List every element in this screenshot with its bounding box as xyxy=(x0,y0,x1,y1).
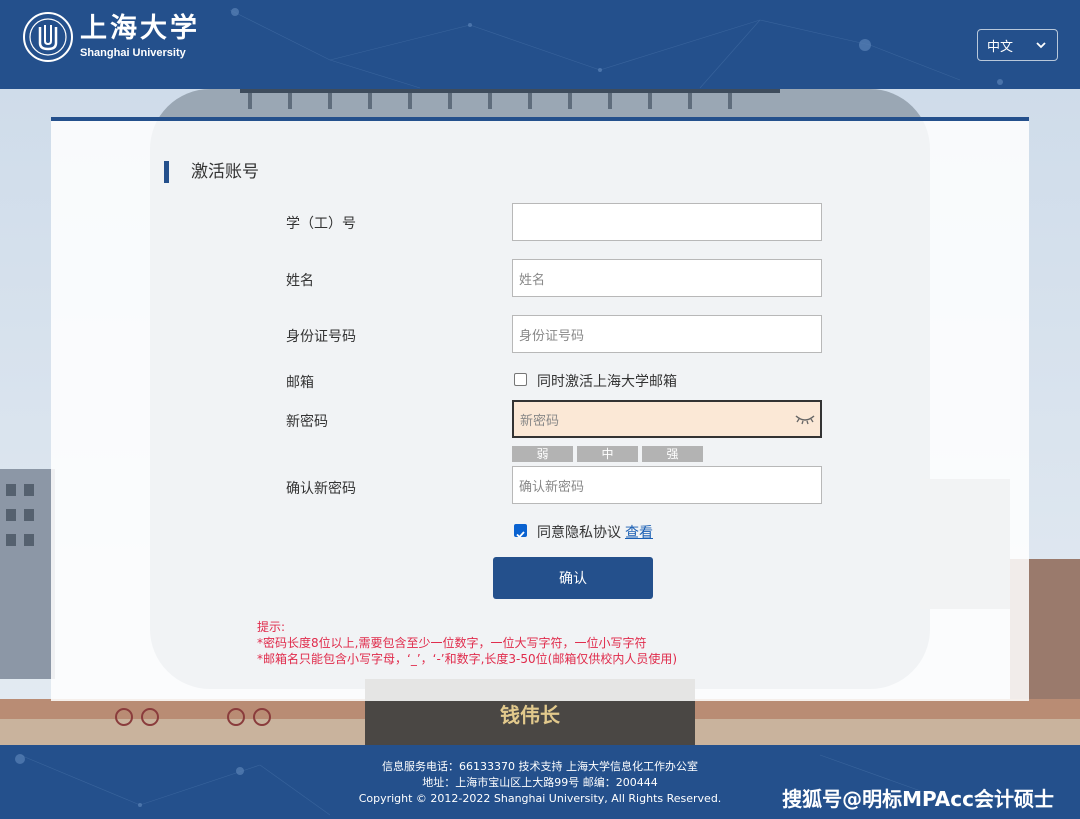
privacy-label[interactable]: 同意隐私协议 xyxy=(537,525,621,541)
checkmark-icon xyxy=(516,531,525,539)
name-placeholder: 姓名 xyxy=(519,272,546,288)
logo-chinese-name: 上海大学 xyxy=(80,13,200,44)
confirm-password-input[interactable]: 确认新密码 xyxy=(512,466,822,504)
privacy-agreement: 同意隐私协议 查看 xyxy=(537,522,653,542)
privacy-checkbox[interactable] xyxy=(514,524,527,539)
tips-email-rule: *邮箱名只能包含小写字母，‘_’，‘-’和数字,长度3-50位(邮箱仅供校内人员… xyxy=(257,652,678,666)
confirm-button[interactable]: 确认 xyxy=(493,557,653,599)
chevron-down-icon xyxy=(1036,42,1046,49)
page-footer: 信息服务电话：66133370 技术支持 上海大学信息化工作办公室 地址：上海市… xyxy=(0,745,1080,819)
page-header: 上海大学 Shanghai University 中文 xyxy=(0,0,1080,89)
logo-english-name: Shanghai University xyxy=(80,47,186,59)
eye-closed-icon[interactable] xyxy=(794,410,816,428)
confirm-password-label: 确认新密码 xyxy=(286,481,356,497)
new-password-placeholder: 新密码 xyxy=(520,413,560,429)
strength-weak: 弱 xyxy=(512,446,573,462)
email-label: 邮箱 xyxy=(286,375,314,391)
name-label: 姓名 xyxy=(286,273,314,289)
university-seal-icon xyxy=(23,12,73,62)
strength-strong: 强 xyxy=(642,446,703,462)
section-title: 激活账号 xyxy=(164,161,259,183)
new-password-input[interactable]: 新密码 xyxy=(512,400,822,438)
university-logo[interactable]: 上海大学 Shanghai University xyxy=(22,11,200,63)
strength-medium: 中 xyxy=(577,446,638,462)
id-card-label: 身份证号码 xyxy=(286,329,356,345)
language-select[interactable]: 中文 xyxy=(977,29,1058,61)
activate-email-label[interactable]: 同时激活上海大学邮箱 xyxy=(537,371,677,391)
student-id-input[interactable] xyxy=(512,203,822,241)
tips-password-rule: *密码长度8位以上,需要包含至少一位数字，一位大写字符，一位小写字符 xyxy=(257,636,647,650)
activate-account-card: 激活账号 学（工）号 姓名 姓名 身份证号码 身份证号码 邮箱 同时激活上海大学… xyxy=(51,117,1029,701)
id-card-input[interactable]: 身份证号码 xyxy=(512,315,822,353)
name-input[interactable]: 姓名 xyxy=(512,259,822,297)
confirm-password-placeholder: 确认新密码 xyxy=(519,479,585,495)
student-id-label: 学（工）号 xyxy=(286,216,356,232)
source-watermark: 搜狐号@明标MPAcc会计硕士 xyxy=(782,787,1054,811)
statue-plaque-text: 钱伟长 xyxy=(500,703,561,727)
privacy-view-link[interactable]: 查看 xyxy=(625,525,653,541)
language-select-value: 中文 xyxy=(987,39,1014,55)
new-password-label: 新密码 xyxy=(286,414,328,430)
tips-heading: 提示: xyxy=(257,620,286,634)
activate-email-checkbox[interactable] xyxy=(514,373,527,386)
id-card-placeholder: 身份证号码 xyxy=(519,328,585,344)
footer-contact: 信息服务电话：66133370 技术支持 上海大学信息化工作办公室 xyxy=(382,760,698,773)
tips-block: 提示: *密码长度8位以上,需要包含至少一位数字，一位大写字符，一位小写字符 *… xyxy=(257,619,677,667)
